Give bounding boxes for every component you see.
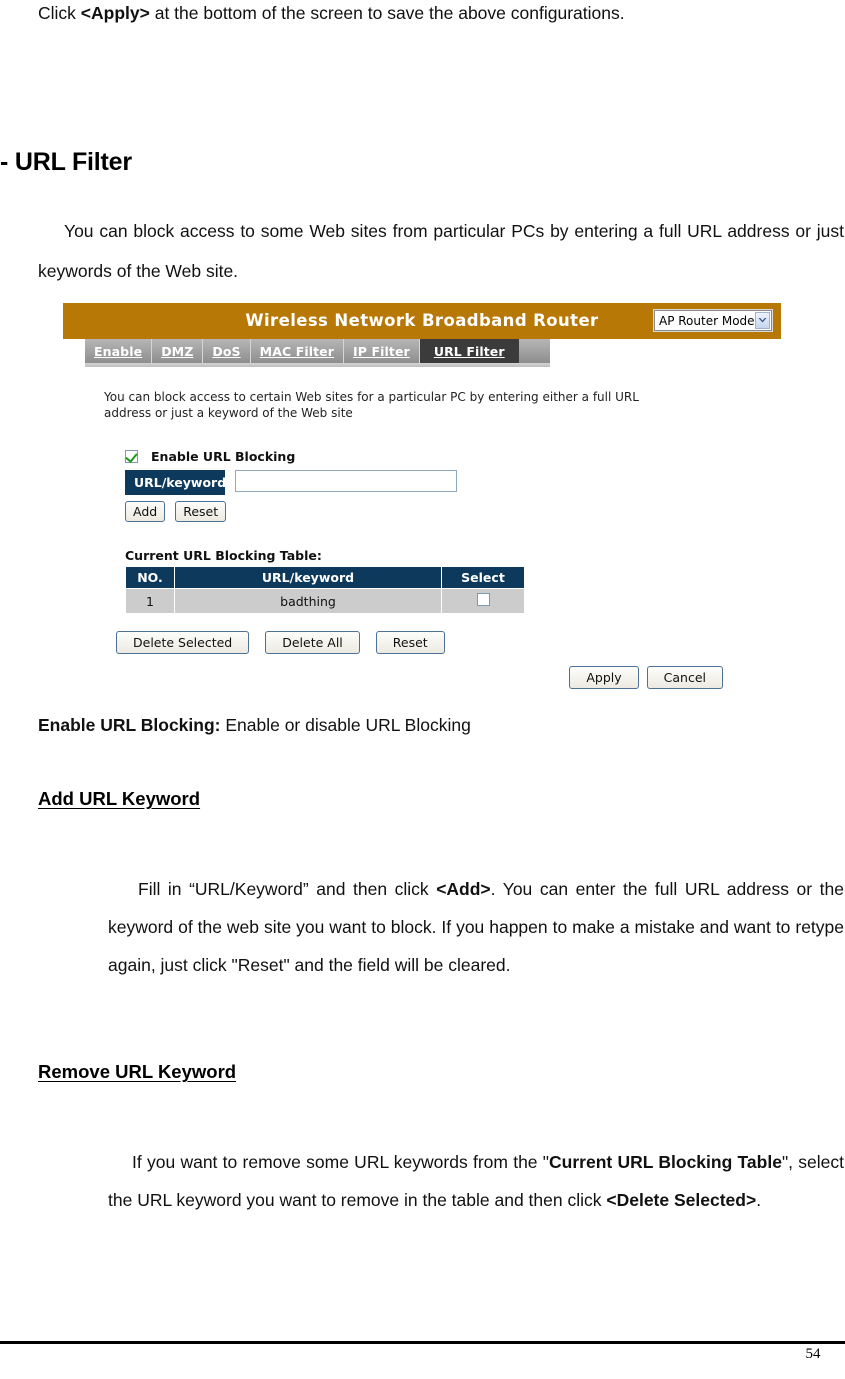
- router-header-bar: Wireless Network Broadband Router AP Rou…: [63, 303, 781, 339]
- table-header-row: NO. URL/keyword Select: [125, 566, 525, 589]
- enable-description: Enable or disable URL Blocking: [220, 715, 471, 735]
- url-keyword-row: URL/keyword: [125, 470, 781, 495]
- column-header-url-keyword: URL/keyword: [174, 566, 442, 589]
- cell-no: 1: [125, 588, 175, 614]
- document-page: Click <Apply> at the bottom of the scree…: [0, 0, 845, 1379]
- tab-ip-filter[interactable]: IP Filter: [344, 339, 420, 363]
- tab-dmz-label: DMZ: [161, 343, 194, 359]
- tab-dmz[interactable]: DMZ: [152, 339, 204, 363]
- remove-text-1: If you want to remove some URL keywords …: [132, 1152, 550, 1172]
- url-keyword-field-label: URL/keyword: [125, 470, 226, 495]
- apply-button[interactable]: Apply: [569, 666, 639, 689]
- tab-mac-filter-label: MAC Filter: [259, 343, 335, 359]
- url-keyword-input[interactable]: [235, 470, 457, 492]
- intro-apply-keyword: <Apply>: [80, 3, 150, 23]
- operation-mode-select[interactable]: AP Router Mode: [654, 310, 772, 331]
- cancel-button[interactable]: Cancel: [646, 666, 723, 689]
- cell-url-keyword: badthing: [174, 588, 442, 614]
- heading-add-url-keyword: Add URL Keyword: [38, 788, 201, 809]
- chevron-down-icon[interactable]: [754, 312, 770, 329]
- enable-term: Enable URL Blocking:: [38, 715, 221, 735]
- tab-url-filter-label: URL Filter: [433, 343, 505, 359]
- intro-text-prefix: Click: [38, 3, 81, 23]
- delete-all-button[interactable]: Delete All: [265, 631, 360, 654]
- intro-text-suffix: at the bottom of the screen to save the …: [149, 3, 625, 23]
- add-text-1: Fill in “URL/Keyword” and then click: [138, 879, 437, 899]
- reset-keyword-button[interactable]: Reset: [175, 501, 227, 522]
- column-header-no: NO.: [125, 566, 175, 589]
- url-blocking-table: NO. URL/keyword Select 1 badthing: [125, 566, 525, 614]
- url-filter-description: You can block access to certain Web site…: [104, 390, 639, 420]
- column-header-select: Select: [441, 566, 525, 589]
- page-number: 54: [805, 1346, 821, 1362]
- add-url-keyword-paragraph: Fill in “URL/Keyword” and then click <Ad…: [108, 870, 844, 984]
- page-title: - URL Filter: [0, 148, 132, 176]
- tab-ip-filter-label: IP Filter: [353, 343, 410, 359]
- delete-selected-button[interactable]: Delete Selected: [116, 631, 250, 654]
- add-keyword-bold: <Add>: [436, 879, 491, 899]
- router-content-panel: You can block access to certain Web site…: [63, 367, 781, 689]
- cell-select: [441, 588, 525, 614]
- tab-enable[interactable]: Enable: [85, 339, 153, 363]
- lead-paragraph: You can block access to some Web sites f…: [38, 221, 844, 281]
- heading-remove-url-keyword: Remove URL Keyword: [38, 1061, 237, 1082]
- keyword-form-buttons: Add Reset: [125, 501, 781, 522]
- tab-enable-label: Enable: [94, 343, 143, 359]
- reset-table-button[interactable]: Reset: [375, 631, 445, 654]
- enable-url-blocking-checkbox[interactable]: [125, 450, 138, 463]
- table-action-buttons: Delete Selected Delete All Reset: [116, 631, 781, 654]
- intro-paragraph: Click <Apply> at the bottom of the scree…: [38, 0, 828, 26]
- tab-dos-label: DoS: [212, 343, 241, 359]
- enable-url-blocking-row: Enable URL Blocking: [125, 449, 781, 464]
- remove-url-keyword-paragraph: If you want to remove some URL keywords …: [108, 1143, 844, 1219]
- remove-bold-delete: <Delete Selected>: [606, 1190, 757, 1210]
- add-button[interactable]: Add: [125, 501, 166, 522]
- operation-mode-value: AP Router Mode: [659, 313, 755, 328]
- form-footer-buttons: Apply Cancel: [104, 666, 723, 689]
- remove-text-3: .: [756, 1190, 762, 1210]
- enable-url-blocking-definition: Enable URL Blocking: Enable or disable U…: [38, 712, 828, 738]
- tab-dos[interactable]: DoS: [203, 339, 251, 363]
- router-tab-bar: Enable DMZ DoS MAC Filter IP Filter URL …: [85, 339, 550, 363]
- tab-mac-filter[interactable]: MAC Filter: [251, 339, 345, 363]
- footer-divider: [0, 1341, 845, 1344]
- remove-bold-table: Current URL Blocking Table: [549, 1152, 782, 1172]
- tab-url-filter[interactable]: URL Filter: [419, 339, 519, 363]
- table-row: 1 badthing: [125, 588, 525, 614]
- router-ui-screenshot: Wireless Network Broadband Router AP Rou…: [63, 303, 781, 689]
- url-blocking-table-caption: Current URL Blocking Table:: [125, 548, 322, 563]
- enable-url-blocking-label: Enable URL Blocking: [151, 449, 296, 464]
- row-select-checkbox[interactable]: [476, 593, 490, 606]
